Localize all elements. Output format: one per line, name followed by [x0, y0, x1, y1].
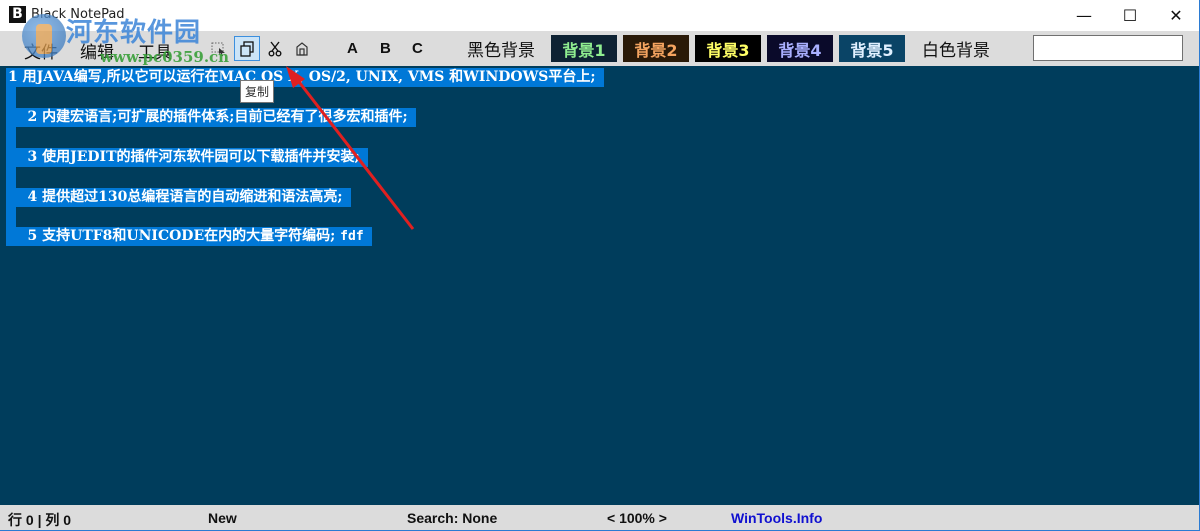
background-4-button[interactable]: 背景4 — [767, 35, 833, 62]
black-background-button[interactable]: 黑色背景 — [462, 35, 540, 62]
editor-line-3[interactable]: 3 使用JEDIT的插件河东软件园可以下载插件并安装; — [6, 148, 368, 167]
background-1-button[interactable]: 背景1 — [551, 35, 617, 62]
background-2-button[interactable]: 背景2 — [623, 35, 689, 62]
maximize-button[interactable]: ☐ — [1107, 0, 1153, 31]
editor-line-4[interactable]: 4 提供超过130总编程语言的自动缩进和语法高亮; — [6, 188, 351, 207]
file-state: New — [208, 510, 237, 526]
background-3-button[interactable]: 背景3 — [695, 35, 761, 62]
editor-line-5-extra: fdf — [340, 229, 364, 244]
cursor-position: 行 0 | 列 0 — [8, 512, 72, 528]
menu-edit[interactable]: 编辑 — [80, 38, 114, 63]
paste-icon[interactable] — [289, 36, 315, 61]
search-input[interactable] — [1033, 35, 1183, 61]
font-c-button[interactable]: C — [412, 40, 423, 57]
font-b-button[interactable]: B — [380, 40, 391, 57]
app-window: B Black NotePad — ☐ ✕ 河东软件园 www.pc0359.c… — [0, 0, 1200, 531]
toolbar: 文件 编辑 工具 A B C 黑色背景 背景1 背景2 背景3 背景4 背景5 … — [0, 31, 1199, 66]
editor-line-2[interactable]: 2 内建宏语言;可扩展的插件体系;目前已经有了很多宏和插件; — [6, 108, 416, 127]
copy-tooltip: 复制 — [240, 80, 275, 103]
background-5-button[interactable]: 背景5 — [839, 35, 905, 62]
text-editor[interactable]: 1 用JAVA编写,所以它可以运行在MAC OS X, OS/2, UNIX, … — [0, 66, 1199, 505]
zoom-level[interactable]: < 100% > — [607, 510, 667, 526]
wintools-link[interactable]: WinTools.Info — [731, 510, 822, 526]
cut-icon[interactable] — [262, 36, 288, 61]
editor-line-5[interactable]: 5 支持UTF8和UNICODE在内的大量字符编码; fdf — [6, 227, 372, 246]
window-title: Black NotePad — [31, 7, 125, 22]
copy-icon[interactable] — [234, 36, 260, 61]
menu-tools[interactable]: 工具 — [138, 38, 172, 63]
editor-line-1[interactable]: 1 用JAVA编写,所以它可以运行在MAC OS X, OS/2, UNIX, … — [6, 68, 604, 87]
status-bar: 行 0 | 列 0 New Search: None < 100% > WinT… — [0, 505, 1199, 530]
app-icon: B — [9, 6, 26, 23]
minimize-button[interactable]: — — [1061, 0, 1107, 31]
title-bar: B Black NotePad — ☐ ✕ — [0, 0, 1199, 31]
select-all-icon[interactable] — [206, 36, 232, 61]
search-status: Search: None — [407, 510, 498, 526]
white-background-button[interactable]: 白色背景 — [916, 35, 996, 62]
close-button[interactable]: ✕ — [1153, 0, 1199, 31]
font-a-button[interactable]: A — [347, 40, 358, 57]
menu-file[interactable]: 文件 — [24, 38, 58, 63]
